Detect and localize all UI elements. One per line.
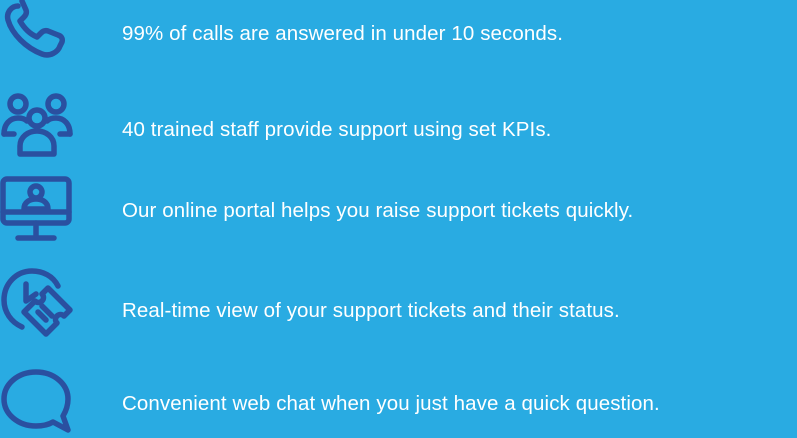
feature-text: 40 trained staff provide support using s… [122,118,552,141]
feature-calls: 99% of calls are answered in under 10 se… [0,0,797,80]
feature-portal: Our online portal helps you raise suppor… [0,170,797,250]
feature-staff: 40 trained staff provide support using s… [0,88,797,158]
phone-icon [0,0,80,62]
clock-ticket-icon [0,268,80,338]
monitor-user-icon [0,176,80,246]
chat-bubble-icon [0,368,80,438]
team-icon [0,90,80,160]
feature-text: Our online portal helps you raise suppor… [122,199,634,222]
feature-webchat: Convenient web chat when you just have a… [0,360,797,438]
feature-text: Real-time view of your support tickets a… [122,299,620,322]
feature-realtime: Real-time view of your support tickets a… [0,262,797,342]
feature-text: 99% of calls are answered in under 10 se… [122,22,564,45]
feature-text: Convenient web chat when you just have a… [122,392,660,415]
